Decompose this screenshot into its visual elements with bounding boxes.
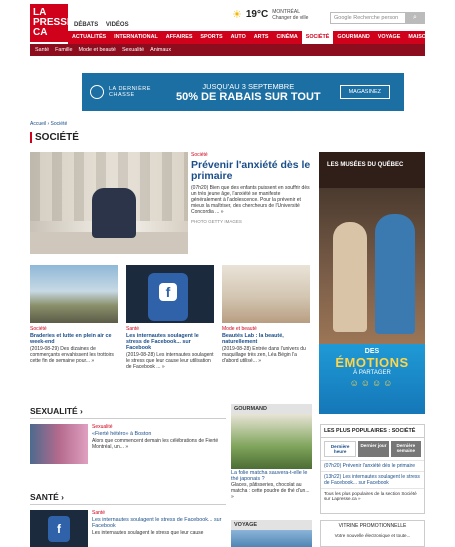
tab-derniere-heure[interactable]: Dernière heure (324, 441, 357, 457)
vitrine-title: VITRINE PROMOTIONNELLE (338, 523, 407, 529)
sante-image[interactable]: f (30, 510, 88, 547)
article-card: f Santé Les internautes soulagent le str… (126, 265, 214, 370)
most-popular-tabs: Dernière heure Dernier jour Dernière sem… (321, 438, 424, 460)
search-button[interactable]: ⌕ (405, 12, 425, 24)
museum-ad-tagline: DES ÉMOTIONS À PARTAGER ☺☺☺☺ (319, 344, 425, 414)
popular-footer-link[interactable]: Tous les plus populaires de la section S… (321, 488, 424, 503)
weather-temp: 19°C (245, 9, 269, 20)
logo-text: LA PRESSE CA (33, 7, 74, 38)
sexualite-article: Sexualité «Fierté hétéro» à Boston Alors… (92, 424, 219, 450)
vitrine-promo[interactable]: VITRINE PROMOTIONNELLE Votre nouvelle él… (320, 520, 425, 547)
sub-nav: Santé Famille Mode et beauté Sexualité A… (30, 44, 425, 56)
hero-category[interactable]: Société (191, 152, 311, 158)
museum-ad[interactable]: LES MUSÉES DU QUÉBEC DES ÉMOTIONS À PART… (319, 152, 425, 414)
section-title-voyage[interactable]: VOYAGE (231, 520, 312, 530)
nav-maison[interactable]: MAISON (404, 31, 434, 44)
tab-dernier-jour[interactable]: Dernier jour (358, 441, 389, 457)
la-presse-logo[interactable]: LA PRESSE CA (30, 4, 74, 42)
sante-article: Santé Les internautes soulagent le stres… (92, 510, 222, 536)
breadcrumb[interactable]: Accueil › Société (30, 121, 67, 127)
card-image[interactable]: f (126, 265, 214, 323)
sexualite-image[interactable] (30, 424, 88, 464)
nav-gourmand[interactable]: GOURMAND (333, 31, 373, 44)
card-headline[interactable]: Les internautes soulagent le stress de F… (126, 333, 214, 351)
ad-brand-icon (90, 85, 104, 99)
ad-promo: JUSQU'AU 3 SEPTEMBRE 50% DE RABAIS SUR T… (175, 81, 321, 103)
section-title-gourmand[interactable]: GOURMAND (231, 404, 312, 414)
popular-item[interactable]: (13h22) Les internautes soulagent le str… (321, 471, 424, 488)
article-card: Société Braderies et lutte en plein air … (30, 265, 118, 364)
museum-ad-brand: LES MUSÉES DU QUÉBEC (327, 162, 404, 168)
gourmand-article: La folie matcha sauvera-t-elle le thé ja… (231, 470, 310, 500)
most-popular-title: LES PLUS POPULAIRES : SOCIÉTÉ (321, 425, 424, 438)
search-icon: ⌕ (413, 14, 417, 21)
weather-widget[interactable]: ☀ 19°C MONTRÉAL Changer de ville (232, 8, 309, 22)
section-title-sexualite[interactable]: SEXUALITÉ › (30, 406, 83, 416)
weather-sun-icon: ☀ (232, 9, 242, 21)
subnav-sante[interactable]: Santé (32, 47, 52, 53)
subnav-sexualite[interactable]: Sexualité (119, 47, 147, 53)
main-nav: ACTUALITÉS INTERNATIONAL AFFAIRES SPORTS… (68, 31, 430, 44)
most-popular-box: LES PLUS POPULAIRES : SOCIÉTÉ Dernière h… (320, 424, 425, 514)
voyage-image[interactable] (231, 530, 312, 547)
tab-derniere-semaine[interactable]: Dernière semaine (390, 441, 421, 457)
hero-image[interactable] (30, 152, 188, 254)
gourmand-image[interactable] (231, 414, 312, 469)
nav-affaires[interactable]: AFFAIRES (162, 31, 197, 44)
ad-brand: LA DERNIÈRE CHASSE (109, 86, 151, 98)
nav-actualites[interactable]: ACTUALITÉS (68, 31, 110, 44)
card-image[interactable] (30, 265, 118, 323)
weather-city: MONTRÉAL Changer de ville (272, 8, 309, 21)
emoji-faces-icon: ☺☺☺☺ (349, 378, 395, 388)
section-title-sante[interactable]: SANTÉ › (30, 492, 64, 502)
subnav-mode[interactable]: Mode et beauté (75, 47, 118, 53)
nav-international[interactable]: INTERNATIONAL (110, 31, 162, 44)
top-links: DÉBATS VIDÉOS (74, 22, 135, 28)
card-image[interactable] (222, 265, 310, 323)
nav-auto[interactable]: AUTO (227, 31, 250, 44)
subnav-animaux[interactable]: Animaux (147, 47, 174, 53)
vitrine-text: Votre nouvelle électronique et toute... (334, 533, 411, 538)
popular-item[interactable]: (07h20) Prévenir l'anxiété dès le primai… (321, 460, 424, 471)
page-title: SOCIÉTÉ (30, 132, 79, 143)
hero-credit: PHOTO GETTY IMAGES (191, 219, 242, 224)
nav-cinema[interactable]: CINÉMA (272, 31, 301, 44)
nav-sports[interactable]: SPORTS (196, 31, 226, 44)
nav-arts[interactable]: ARTS (250, 31, 273, 44)
subnav-famille[interactable]: Famille (52, 47, 75, 53)
top-link-debats[interactable]: DÉBATS (74, 22, 98, 28)
ad-shop-button[interactable]: MAGASINEZ (339, 85, 390, 99)
nav-societe[interactable]: SOCIÉTÉ (301, 31, 334, 44)
card-headline[interactable]: Braderies et lutte en plein air ce week-… (30, 333, 118, 345)
nav-voyage[interactable]: VOYAGE (374, 31, 405, 44)
card-headline[interactable]: Beautés Lab : la beauté, naturellement (222, 333, 310, 345)
hero-article: Société Prévenir l'anxiété dès le primai… (191, 152, 311, 224)
facebook-icon: f (159, 283, 177, 301)
hero-headline[interactable]: Prévenir l'anxiété dès le primaire (191, 160, 311, 182)
article-card: Mode et beauté Beautés Lab : la beauté, … (222, 265, 310, 364)
ad-banner[interactable]: LA DERNIÈRE CHASSE JUSQU'AU 3 SEPTEMBRE … (82, 73, 404, 111)
change-city-link[interactable]: Changer de ville (272, 15, 308, 21)
top-link-videos[interactable]: VIDÉOS (106, 22, 129, 28)
facebook-icon: f (48, 516, 70, 542)
hero-body: (07h20) Bien que des enfants puissent en… (191, 185, 310, 215)
